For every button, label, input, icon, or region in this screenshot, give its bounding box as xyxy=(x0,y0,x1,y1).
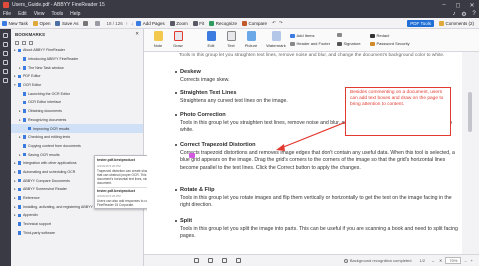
background-task-status: Background recognition completed xyxy=(343,258,412,263)
zoom-out-button[interactable]: – xyxy=(464,258,466,263)
arrow-line xyxy=(280,121,347,149)
task-status-text: Background recognition completed xyxy=(349,258,412,263)
view-two-page-icon[interactable] xyxy=(208,258,213,263)
view-single-page-icon[interactable] xyxy=(194,258,199,263)
arrow-head-icon xyxy=(276,144,285,151)
hand-tool-icon[interactable] xyxy=(236,258,241,263)
view-scroll-icon[interactable] xyxy=(222,258,227,263)
vertical-scrollbar[interactable] xyxy=(462,52,479,254)
zoom-level-field[interactable]: 70% xyxy=(445,257,462,264)
page-indicator: 1/2 xyxy=(419,258,426,263)
fit-page-icon[interactable]: ✕ xyxy=(439,258,442,263)
zoom-control: 1/2 ↔ ✕ 70% – + xyxy=(419,257,473,264)
fit-width-icon[interactable]: ↔ xyxy=(431,258,435,263)
task-status-icon xyxy=(343,258,348,263)
zoom-in-button[interactable]: + xyxy=(471,258,473,263)
scrollbar-thumb[interactable] xyxy=(468,92,472,132)
status-bar: Background recognition completed 1/2 ↔ ✕… xyxy=(144,254,479,266)
sticky-note-icon[interactable] xyxy=(189,153,195,158)
callout-text-box[interactable]: Besides commenting on a document, users … xyxy=(345,87,451,136)
